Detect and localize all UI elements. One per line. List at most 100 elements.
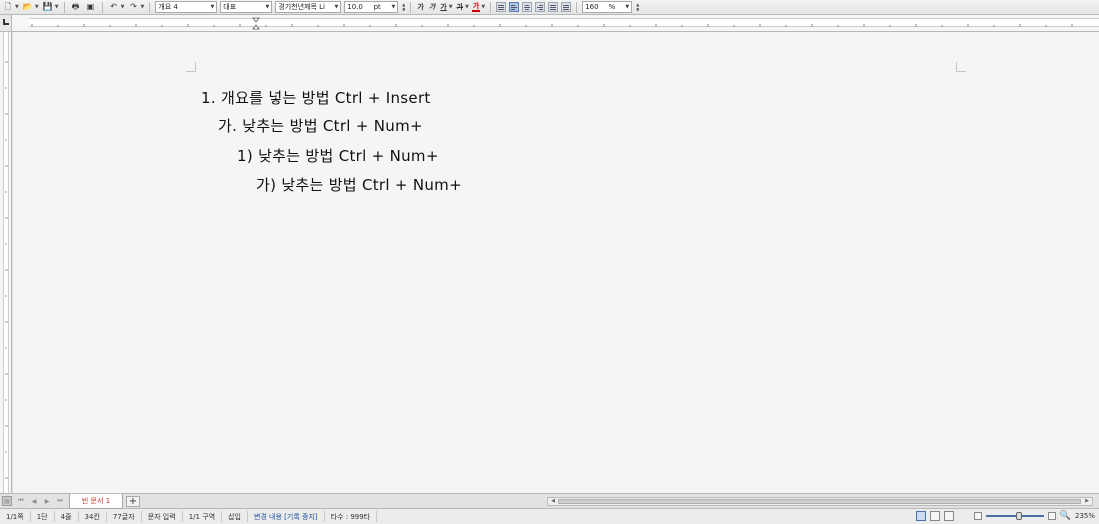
bold-button[interactable]: 가: [416, 2, 424, 12]
status-section: 1/1 구역: [183, 511, 223, 522]
chevron-down-icon[interactable]: ▼: [402, 7, 405, 12]
vertical-ruler-ticks: [5, 61, 8, 479]
scroll-right-icon[interactable]: ▶: [1083, 498, 1091, 505]
document-canvas[interactable]: 1. 개요를 넣는 방법 Ctrl + Insert 가. 낮추는 방법 Ctr…: [13, 32, 1099, 493]
status-bar: 1/1쪽 1단 4줄 34칸 77글자 문자 입력 1/1 구역 삽입 변경 내…: [0, 509, 1099, 524]
page-view-icon[interactable]: [943, 511, 954, 521]
distribute-icon[interactable]: [548, 2, 559, 12]
strikethrough-dropdown-icon[interactable]: ▼: [465, 4, 469, 10]
toolbar-separator: [101, 1, 103, 13]
zoom-slider-thumb[interactable]: [1015, 512, 1022, 520]
save-dropdown-icon[interactable]: ▼: [55, 4, 59, 10]
status-char-count: 77글자: [107, 511, 142, 522]
document-tab-bar: ▤ ⏮ ◀ ▶ ⏭ 빈 문서 1 + ◀ ▶: [0, 493, 1099, 509]
new-document-dropdown-icon[interactable]: ▼: [15, 4, 19, 10]
save-icon[interactable]: 💾: [42, 1, 54, 13]
status-line: 4줄: [55, 511, 79, 522]
chevron-down-icon: ▼: [625, 4, 630, 10]
align-left-icon[interactable]: [509, 2, 520, 12]
full-view-icon[interactable]: [929, 511, 940, 521]
view-zoom-controls: 🔍 235%: [915, 511, 1095, 521]
line-spacing-unit: %: [608, 3, 616, 11]
font-category-combo[interactable]: 대표 ▼: [220, 1, 273, 13]
align-center-icon[interactable]: [522, 2, 533, 12]
zoom-in-icon[interactable]: [1047, 512, 1056, 520]
status-input-mode[interactable]: 문자 입력: [142, 511, 183, 522]
horizontal-ruler[interactable]: [12, 15, 1099, 32]
tab-label: 빈 문서 1: [81, 497, 111, 505]
new-document-icon[interactable]: 🗋: [2, 1, 14, 13]
line-spacing-combo[interactable]: 160 % ▼: [582, 1, 633, 13]
open-folder-icon[interactable]: 📂: [22, 1, 34, 13]
scroll-left-icon[interactable]: ◀: [549, 498, 557, 505]
horizontal-scroll-thumb[interactable]: [558, 499, 1081, 504]
redo-dropdown-icon[interactable]: ▼: [140, 4, 144, 10]
paragraph-style-value: 개요 4: [158, 3, 178, 11]
font-size-value: 10.0: [347, 3, 363, 11]
print-icon[interactable]: 🖶: [70, 1, 82, 13]
status-page[interactable]: 1/1쪽: [0, 511, 31, 522]
last-tab-icon[interactable]: ⏭: [55, 496, 65, 506]
redo-icon[interactable]: ↷: [127, 1, 139, 13]
chevron-down-icon: ▼: [391, 4, 396, 10]
chevron-down-icon[interactable]: ▼: [636, 7, 639, 12]
horizontal-scrollbar[interactable]: ◀ ▶: [547, 497, 1093, 506]
strikethrough-button[interactable]: 가: [456, 2, 464, 12]
line-spacing-value: 160: [585, 3, 599, 11]
vertical-ruler[interactable]: [0, 32, 12, 493]
underline-button[interactable]: 가: [439, 2, 447, 12]
chevron-down-icon: ▼: [334, 4, 339, 10]
toolbar-separator: [576, 1, 578, 13]
undo-dropdown-icon[interactable]: ▼: [121, 4, 125, 10]
margin-corner-marker: [186, 62, 196, 72]
outline-level-3-line[interactable]: 1) 낮추는 방법 Ctrl + Num+: [237, 145, 439, 166]
outline-level-1-line[interactable]: 1. 개요를 넣는 방법 Ctrl + Insert: [201, 87, 431, 108]
zoom-slider[interactable]: [985, 512, 1044, 520]
zoom-level[interactable]: 235%: [1075, 512, 1095, 520]
align-right-icon[interactable]: [535, 2, 546, 12]
font-category-value: 대표: [223, 3, 237, 11]
status-col-position: 34칸: [79, 511, 107, 522]
add-tab-button[interactable]: +: [126, 496, 140, 507]
toolbar-separator: [410, 1, 412, 13]
formatting-toolbar: 🗋 ▼ 📂 ▼ 💾 ▼ 🖶 ▣ ↶ ▼ ↷ ▼ 개요 4 ▼ 대표 ▼ 경기천년제목 Li ▼ …: [0, 0, 1099, 15]
tab-type-icon: [3, 19, 9, 25]
toolbar-separator: [490, 1, 492, 13]
font-name-value: 경기천년제목 Li: [278, 3, 326, 11]
font-color-button[interactable]: 가: [471, 2, 481, 12]
sheet-list-icon[interactable]: ▤: [2, 496, 12, 506]
status-insert-mode[interactable]: 삽입: [222, 511, 248, 522]
margin-corner-marker: [956, 62, 966, 72]
line-spacing-spinner[interactable]: ▲ ▼: [636, 2, 639, 12]
toolbar-separator: [63, 1, 65, 13]
print-preview-icon[interactable]: ▣: [85, 1, 97, 13]
tab-blank-document-1[interactable]: 빈 문서 1: [69, 494, 123, 509]
next-tab-icon[interactable]: ▶: [42, 496, 52, 506]
ruler-corner[interactable]: [0, 15, 12, 32]
split-align-icon[interactable]: [561, 2, 572, 12]
status-track-changes[interactable]: 변경 내용 [기록 중지]: [248, 511, 325, 522]
outline-level-2-line[interactable]: 가. 낮추는 방법 Ctrl + Num+: [218, 115, 423, 136]
toolbar-separator: [149, 1, 151, 13]
zoom-out-icon[interactable]: [973, 512, 982, 520]
ruler-ticks: [31, 17, 1073, 30]
outline-level-4-line[interactable]: 가) 낮추는 방법 Ctrl + Num+: [256, 174, 462, 195]
underline-dropdown-icon[interactable]: ▼: [449, 4, 453, 10]
status-column: 1단: [31, 511, 55, 522]
align-justify-icon[interactable]: [496, 2, 507, 12]
undo-icon[interactable]: ↶: [108, 1, 120, 13]
status-typing-speed: 타수 : 999타: [325, 511, 378, 522]
normal-view-icon[interactable]: [915, 511, 926, 521]
magnifier-icon[interactable]: 🔍: [1060, 511, 1071, 521]
font-name-combo[interactable]: 경기천년제목 Li ▼: [275, 1, 342, 13]
first-tab-icon[interactable]: ⏮: [16, 496, 26, 506]
font-size-combo[interactable]: 10.0 pt ▼: [344, 1, 399, 13]
document-page[interactable]: 1. 개요를 넣는 방법 Ctrl + Insert 가. 낮추는 방법 Ctr…: [28, 32, 1099, 493]
font-color-dropdown-icon[interactable]: ▼: [481, 4, 485, 10]
italic-button[interactable]: 가: [428, 2, 436, 12]
font-size-unit: pt: [373, 3, 381, 11]
font-size-spinner[interactable]: ▲ ▼: [402, 2, 405, 12]
open-dropdown-icon[interactable]: ▼: [35, 4, 39, 10]
paragraph-style-combo[interactable]: 개요 4 ▼: [155, 1, 218, 13]
prev-tab-icon[interactable]: ◀: [29, 496, 39, 506]
